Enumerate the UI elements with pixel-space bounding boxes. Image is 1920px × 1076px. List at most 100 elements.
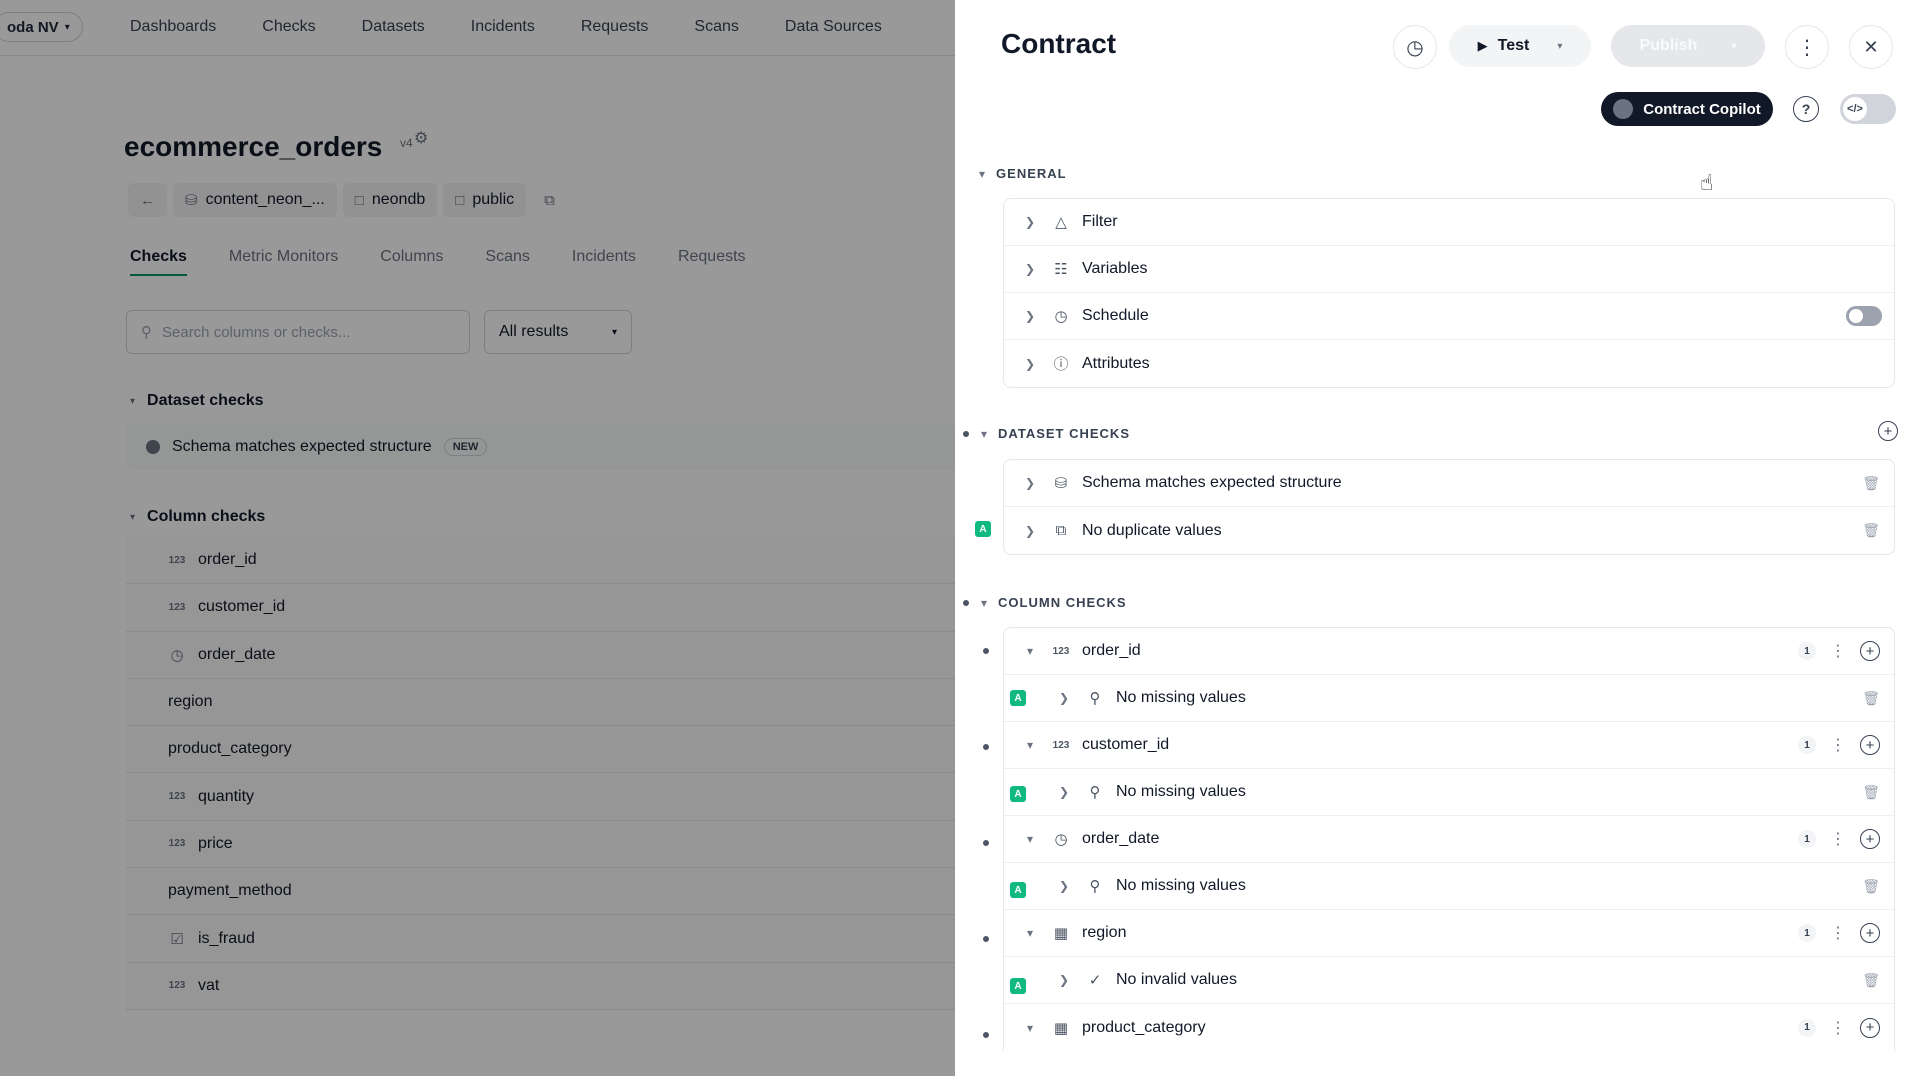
chevron-right-icon: ❯	[1024, 356, 1036, 371]
number-type-icon: 123	[1052, 739, 1070, 751]
chevron-right-icon: ❯	[1024, 476, 1036, 490]
general-item-schedule[interactable]: ❯ ◷ Schedule	[1004, 293, 1894, 340]
info-icon: ⓘ	[1053, 356, 1069, 373]
search-icon: ⚲	[1089, 784, 1101, 801]
trash-icon[interactable]: 🗑	[1862, 784, 1880, 801]
trash-icon[interactable]: 🗑	[1862, 878, 1880, 895]
column-name: region	[1082, 924, 1127, 941]
column-checks-card: ▾ 123 order_id 1 ⋮ + ❯ ⚲ No missing values 🗑 ▾ 12…	[1003, 627, 1895, 1051]
dataset-check-duplicates[interactable]: ❯ ⧉ No duplicate values 🗑	[1004, 507, 1894, 554]
contract-drawer: Contract ◷ ▶ Test ▾ Publish ▾ ⋮ ✕ Contra…	[955, 0, 1920, 1076]
trash-icon[interactable]: 🗑	[1862, 972, 1880, 989]
plus-circle-icon[interactable]: +	[1860, 641, 1880, 661]
general-card: ❯ △ Filter ❯ ☷ Variables ❯ ◷ Schedule ❯ ⓘ Attrib…	[1003, 198, 1895, 388]
column-name: product_category	[1082, 1018, 1206, 1036]
column-check-row[interactable]: ❯ ✓ No invalid values 🗑	[1004, 957, 1894, 1004]
general-item-filter[interactable]: ❯ △ Filter	[1004, 199, 1894, 246]
column-row-customer-id[interactable]: ▾ 123 customer_id 1 ⋮ +	[1004, 722, 1894, 769]
modal-backdrop[interactable]	[0, 0, 955, 1076]
column-check-row[interactable]: ❯ ⚲ No missing values 🗑	[1004, 675, 1894, 722]
check-label: No missing values	[1116, 783, 1246, 800]
chevron-down-icon: ▾	[1026, 738, 1034, 752]
more-vertical-icon[interactable]: ⋮	[1830, 829, 1846, 849]
check-label: No duplicate values	[1082, 521, 1222, 539]
help-button[interactable]: ?	[1793, 96, 1819, 122]
more-vertical-icon: ⋮	[1797, 36, 1817, 59]
duplicate-icon: ⧉	[1055, 522, 1067, 539]
column-row-product-category[interactable]: ▾ ▦ product_category 1 ⋮ +	[1004, 1004, 1894, 1051]
trash-icon[interactable]: 🗑	[1862, 690, 1880, 707]
add-dataset-check-button[interactable]: +	[1878, 421, 1898, 441]
chevron-down-icon: ▾	[1731, 40, 1737, 52]
column-row-order-id[interactable]: ▾ 123 order_id 1 ⋮ +	[1004, 628, 1894, 675]
dataset-check-schema[interactable]: ❯ ⛁ Schema matches expected structure 🗑	[1004, 460, 1894, 507]
trash-icon[interactable]: 🗑	[1862, 522, 1880, 539]
close-button[interactable]: ✕	[1849, 25, 1893, 69]
more-vertical-icon[interactable]: ⋮	[1830, 641, 1846, 661]
chevron-right-icon: ❯	[1024, 215, 1036, 229]
more-vertical-icon[interactable]: ⋮	[1830, 923, 1846, 943]
history-button[interactable]: ◷	[1393, 25, 1437, 69]
dataset-checks-section-header[interactable]: ▾ DATASET CHECKS	[963, 426, 1130, 441]
table-icon: ▦	[1053, 1019, 1069, 1037]
plus-circle-icon[interactable]: +	[1860, 735, 1880, 755]
publish-button[interactable]: Publish ▾	[1611, 25, 1765, 67]
chevron-down-icon: ▾	[1026, 926, 1034, 940]
general-item-variables[interactable]: ❯ ☷ Variables	[1004, 246, 1894, 293]
chevron-down-icon: ▾	[1026, 1020, 1034, 1035]
column-check-row[interactable]: ❯ ⚲ No missing values 🗑	[1004, 769, 1894, 816]
publish-label: Publish	[1639, 37, 1698, 54]
column-checks-section-header[interactable]: ▾ COLUMN CHECKS	[963, 595, 1127, 610]
number-type-icon: 123	[1052, 645, 1070, 657]
clock-icon: ◷	[1406, 36, 1424, 59]
search-icon: ⚲	[1089, 878, 1101, 895]
code-view-toggle[interactable]: </>	[1840, 94, 1896, 124]
chevron-down-icon: ▾	[1557, 40, 1563, 52]
clock-icon: ◷	[1054, 308, 1068, 325]
test-button[interactable]: ▶ Test ▾	[1449, 25, 1591, 67]
column-row-order-date[interactable]: ▾ ◷ order_date 1 ⋮ +	[1004, 816, 1894, 863]
close-icon: ✕	[1863, 36, 1879, 57]
column-row-region[interactable]: ▾ ▦ region 1 ⋮ +	[1004, 910, 1894, 957]
item-label: Variables	[1082, 260, 1148, 277]
more-options-button[interactable]: ⋮	[1785, 25, 1829, 69]
status-badge: A	[975, 521, 991, 537]
code-icon: </>	[1843, 97, 1867, 121]
section-title: COLUMN CHECKS	[998, 595, 1127, 610]
general-section-header[interactable]: ▾ GENERAL	[979, 166, 1067, 181]
trash-icon[interactable]: 🗑	[1862, 475, 1880, 492]
plus-circle-icon[interactable]: +	[1860, 829, 1880, 849]
bullet-icon	[983, 744, 989, 750]
schedule-toggle[interactable]	[1846, 306, 1882, 326]
check-count: 1	[1798, 736, 1816, 754]
chevron-right-icon: ❯	[1058, 785, 1070, 799]
bullet-icon	[983, 936, 989, 942]
check-count: 1	[1798, 924, 1816, 942]
column-name: customer_id	[1082, 736, 1170, 753]
general-item-attributes[interactable]: ❯ ⓘ Attributes	[1004, 340, 1894, 387]
contract-copilot-button[interactable]: Contract Copilot	[1601, 92, 1773, 126]
status-badge: A	[1010, 882, 1026, 898]
checkmark-icon: ✓	[1088, 972, 1102, 989]
more-vertical-icon[interactable]: ⋮	[1830, 1018, 1846, 1038]
status-badge: A	[1010, 978, 1026, 994]
search-icon: ⚲	[1089, 690, 1101, 707]
clock-icon: ◷	[1054, 831, 1068, 848]
column-check-row[interactable]: ❯ ⚲ No missing values 🗑	[1004, 863, 1894, 910]
plus-circle-icon[interactable]: +	[1860, 923, 1880, 943]
table-icon: ▦	[1053, 925, 1069, 942]
column-name: order_date	[1082, 830, 1160, 847]
chevron-right-icon: ❯	[1058, 973, 1070, 987]
chevron-down-icon: ▾	[981, 595, 989, 610]
bullet-icon	[983, 840, 989, 846]
status-badge: A	[1010, 786, 1026, 802]
plus-circle-icon[interactable]: +	[1860, 1017, 1880, 1038]
chevron-right-icon: ❯	[1024, 309, 1036, 323]
play-icon: ▶	[1477, 38, 1488, 53]
section-title: GENERAL	[996, 166, 1067, 181]
more-vertical-icon[interactable]: ⋮	[1830, 735, 1846, 755]
check-count: 1	[1798, 830, 1816, 848]
bullet-icon	[983, 648, 989, 654]
chevron-down-icon: ▾	[979, 166, 987, 181]
chevron-right-icon: ❯	[1024, 523, 1036, 538]
